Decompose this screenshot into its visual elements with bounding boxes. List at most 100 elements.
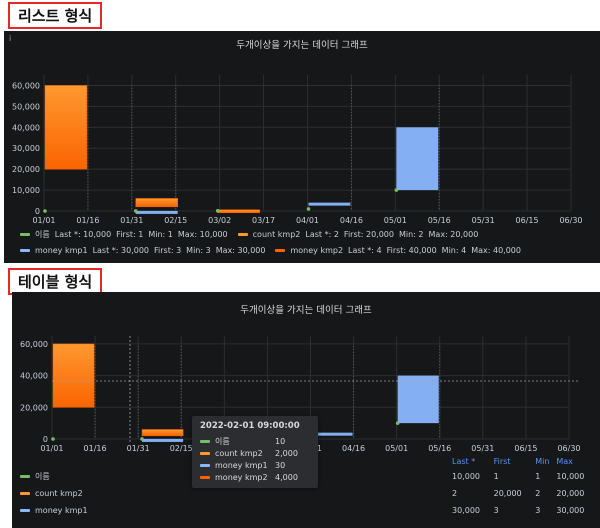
legend-series-name: count kmp2	[252, 230, 301, 239]
y-axis-ticks: 60,000 40,000 20,000 0	[20, 340, 48, 444]
legend-stat: First: 1	[116, 230, 144, 239]
legend-series-name: 이름	[35, 230, 50, 239]
y-axis-ticks: 60,000 50,000 40,000 30,000 20,000 10,000 0	[12, 81, 40, 216]
legend-stat: First: 40,000	[386, 246, 437, 255]
legend-series-name: money kmp1	[35, 506, 88, 515]
legend-table-cell: 2	[452, 489, 458, 498]
data-point	[215, 208, 220, 213]
bar	[135, 210, 178, 214]
legend-stat: Max: 40,000	[471, 246, 521, 255]
legend-table-cell: 1	[493, 472, 499, 481]
y-tick-label: 50,000	[12, 102, 40, 111]
y-tick-label: 20,000	[20, 403, 48, 412]
x-tick-label: 05/16	[428, 444, 451, 453]
x-tick-label: 01/16	[84, 444, 107, 453]
bar	[396, 127, 439, 191]
x-tick-label: 01/31	[120, 216, 143, 225]
bar	[397, 375, 439, 424]
legend-swatch	[20, 509, 30, 512]
x-tick-label: 03/17	[252, 216, 275, 225]
legend-table-cell: 3	[535, 506, 541, 515]
tooltip-series-name: money kmp1	[215, 460, 268, 470]
legend-table-cell: 30,000	[452, 506, 480, 515]
data-point	[133, 209, 138, 213]
legend-swatch	[237, 233, 248, 236]
legend-table-header[interactable]: Last *	[452, 454, 494, 468]
tooltip-value: 30	[275, 460, 286, 470]
legend-series-name: money kmp1	[35, 246, 88, 255]
graph-panel-list: i 두개이상을 가지는 데이터 그래프 60,000 50,000 40,000 30…	[4, 31, 600, 263]
bar	[217, 209, 260, 213]
legend-stat: Min: 2	[399, 230, 424, 239]
x-tick-label: 04/16	[342, 444, 365, 453]
data-point	[43, 209, 47, 213]
legend-table-cell: 2	[535, 489, 541, 498]
x-tick-label: 05/01	[384, 216, 407, 225]
legend-series-name: 이름	[35, 472, 50, 481]
legend-item[interactable]: 이름 Last *: 10,000 First: 1 Min: 1 Max: 10,00…	[20, 229, 228, 240]
table-format-label: 테이블 형식	[8, 268, 103, 295]
legend-table-header[interactable]: Max	[556, 454, 598, 468]
x-tick-label: 02/15	[170, 444, 193, 453]
tooltip-series-name: 이름	[215, 436, 230, 446]
x-tick-label: 05/31	[471, 444, 494, 453]
x-tick-label: 05/16	[428, 216, 451, 225]
data-point	[306, 207, 311, 211]
legend-swatch	[275, 249, 286, 252]
data-point	[51, 437, 55, 441]
y-tick-label: 60,000	[12, 81, 40, 90]
tooltip-series-name: count kmp2	[215, 448, 263, 458]
x-tick-label: 01/31	[127, 444, 150, 453]
tooltip-swatch	[200, 439, 210, 443]
y-tick-label: 20,000	[12, 165, 40, 174]
tooltip-row: money kmp2 4,000	[200, 471, 310, 483]
bar	[308, 202, 351, 206]
tooltip-row: money kmp1 30	[200, 459, 310, 471]
x-tick-label: 06/15	[516, 216, 539, 225]
legend-stat: Max: 10,000	[177, 230, 228, 239]
y-tick-label: 40,000	[20, 372, 48, 381]
chart-marks	[43, 85, 439, 214]
bar	[142, 438, 184, 442]
legend-swatch	[20, 492, 30, 495]
chart-grid	[43, 75, 572, 212]
legend-table-cell: 20,000	[493, 489, 522, 498]
graph-panel-table: 두개이상을 가지는 데이터 그래프 60,000 40,000 20,000 0 01…	[12, 292, 600, 528]
legend-row: money kmp1 Last *: 30,000 First: 3 Min: 3 Ma…	[20, 246, 531, 255]
legend-table-cell: 10,000	[452, 472, 480, 481]
bar	[52, 343, 95, 408]
legend-series-name: money kmp2	[290, 246, 344, 255]
legend-stat: Max: 20,000	[428, 230, 479, 239]
legend-series-name: count kmp2	[35, 489, 83, 498]
bar	[141, 429, 184, 437]
legend-table-cell: 10,000	[556, 472, 585, 481]
x-tick-label: 05/01	[385, 444, 408, 453]
y-tick-label: 40,000	[12, 123, 40, 132]
legend-stat: Min: 3	[186, 246, 211, 255]
legend-table-cell: 3	[493, 506, 499, 515]
legend-table-header[interactable]: First	[494, 454, 536, 468]
x-tick-label: 06/15	[514, 444, 537, 453]
legend-row: 이름 Last *: 10,000 First: 1 Min: 1 Max: 10,00…	[20, 229, 488, 240]
tooltip-series-name: money kmp2	[215, 472, 268, 482]
x-tick-label: 04/01	[296, 216, 319, 225]
tooltip-row: count kmp2 2,000	[200, 447, 310, 459]
x-tick-label: 05/31	[472, 216, 495, 225]
x-tick-label: 01/01	[40, 444, 63, 453]
hover-tooltip: 2022-02-01 09:00:00 이름 10 count kmp2 2,000 m…	[192, 416, 318, 488]
legend-table-row[interactable]: money kmp1 30,000 3 3 30,000	[20, 502, 598, 519]
x-tick-label: 06/30	[559, 216, 582, 225]
legend-stat: Max: 30,000	[215, 246, 266, 255]
legend-item[interactable]: money kmp2 Last *: 4 First: 40,000 Min: 4 Ma…	[275, 246, 521, 255]
x-axis-ticks: 01/01 01/16 01/31 02/15 03/02 03/17 04/01 04/16…	[32, 216, 582, 225]
y-tick-label: 30,000	[12, 144, 40, 153]
legend-swatch	[20, 233, 30, 236]
x-tick-label: 02/15	[164, 216, 187, 225]
legend-item[interactable]: count kmp2 Last *: 2 First: 20,000 Min: 2 Ma…	[237, 230, 479, 239]
legend-table-cell: 1	[535, 472, 541, 481]
legend-item[interactable]: money kmp1 Last *: 30,000 First: 3 Min: 3 Ma…	[20, 246, 265, 255]
legend-table-header[interactable]: Min	[535, 454, 556, 468]
legend-table-cell: 30,000	[556, 506, 585, 515]
legend-stat: Min: 1	[148, 230, 173, 239]
data-point	[394, 188, 399, 192]
